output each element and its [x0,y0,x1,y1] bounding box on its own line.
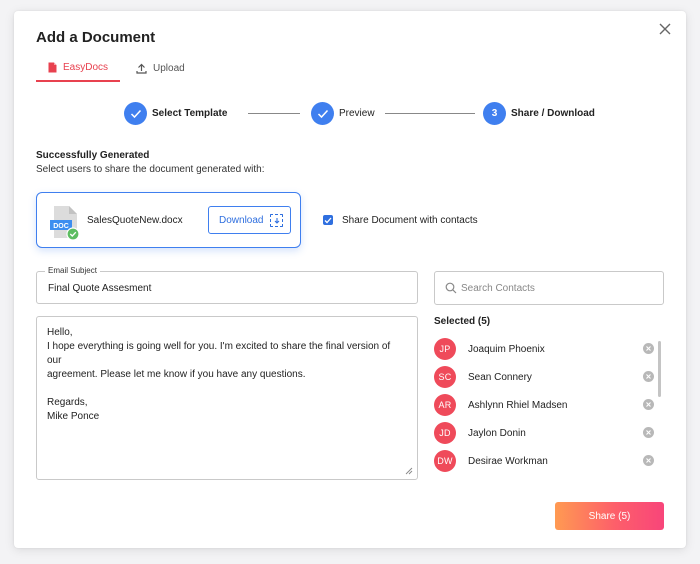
contact-name: Desirae Workman [468,455,548,467]
contact-item: AR Ashlynn Rhiel Madsen [434,394,656,416]
close-icon[interactable] [658,22,672,36]
add-document-dialog: Add a Document EasyDocs Upload Select Te… [14,11,686,548]
status-subtitle: Select users to share the document gener… [36,164,265,175]
share-button-label: Share (5) [588,510,631,522]
resize-handle-icon[interactable] [405,467,413,475]
remove-contact-icon[interactable] [643,455,654,466]
tab-bar: EasyDocs Upload [36,56,197,82]
email-body-line: agreement. Please let me know if you hav… [47,369,306,380]
contacts-scrollbar[interactable] [658,341,661,397]
remove-contact-icon[interactable] [643,343,654,354]
avatar: JD [434,422,456,444]
email-body-line: Hello, [47,327,73,338]
contact-item: DW Desirae Workman [434,450,656,472]
contact-item: JP Joaquim Phoenix [434,338,656,360]
email-subject-field[interactable]: Email Subject Final Quote Assesment [36,266,418,304]
email-body-textarea[interactable]: Hello, I hope everything is going well f… [36,316,418,480]
download-button[interactable]: Download [208,206,291,234]
progress-stepper: Select Template Preview 3 Share / Downlo… [124,102,595,126]
step-label: Preview [339,108,375,119]
step-label: Select Template [152,108,228,119]
step-share-download: 3 Share / Download [483,102,595,125]
step-select-template: Select Template [124,102,227,125]
tab-easydocs-label: EasyDocs [62,61,108,73]
share-with-contacts-checkbox[interactable] [323,215,333,225]
contact-item: SC Sean Connery [434,366,656,388]
step-connector [248,113,300,114]
doc-file-icon: DOC [50,206,80,241]
step-number: 3 [483,102,506,125]
avatar: SC [434,366,456,388]
remove-contact-icon[interactable] [643,399,654,410]
email-body-line: Regards, [47,397,88,408]
selected-count-label: Selected (5) [434,316,491,327]
avatar: DW [434,450,456,472]
document-filename: SalesQuoteNew.docx [87,215,183,226]
email-subject-value: Final Quote Assesment [48,283,152,294]
contact-name: Joaquim Phoenix [468,343,545,355]
generated-document-card: DOC SalesQuoteNew.docx Download [36,192,301,248]
email-body-line: I hope everything is going well for you.… [47,341,391,366]
tab-upload-label: Upload [153,62,185,74]
download-label: Download [219,214,264,226]
search-contacts-field [434,271,664,305]
email-subject-label: Email Subject [45,266,100,275]
avatar: JP [434,338,456,360]
remove-contact-icon[interactable] [643,371,654,382]
step-connector [385,113,475,114]
share-button[interactable]: Share (5) [555,502,664,530]
search-icon [445,282,457,294]
tab-upload[interactable]: Upload [124,56,197,80]
avatar: AR [434,394,456,416]
document-icon [48,62,57,72]
upload-icon [136,63,147,74]
doc-badge: DOC [53,223,69,230]
contact-name: Jaylon Donin [468,427,526,439]
share-with-contacts-label: Share Document with contacts [342,215,478,226]
step-label: Share / Download [511,108,595,119]
contact-name: Sean Connery [468,371,532,383]
search-contacts-input[interactable] [461,280,656,296]
status-title: Successfully Generated [36,150,150,161]
remove-contact-icon[interactable] [643,427,654,438]
tab-easydocs[interactable]: EasyDocs [36,56,120,82]
contact-item: JD Jaylon Donin [434,422,656,444]
check-icon [311,102,334,125]
step-preview: Preview [311,102,375,125]
check-icon [124,102,147,125]
dialog-title: Add a Document [36,29,156,46]
contact-name: Ashlynn Rhiel Madsen [468,399,568,411]
email-body-line: Mike Ponce [47,411,100,422]
download-icon [270,214,283,227]
